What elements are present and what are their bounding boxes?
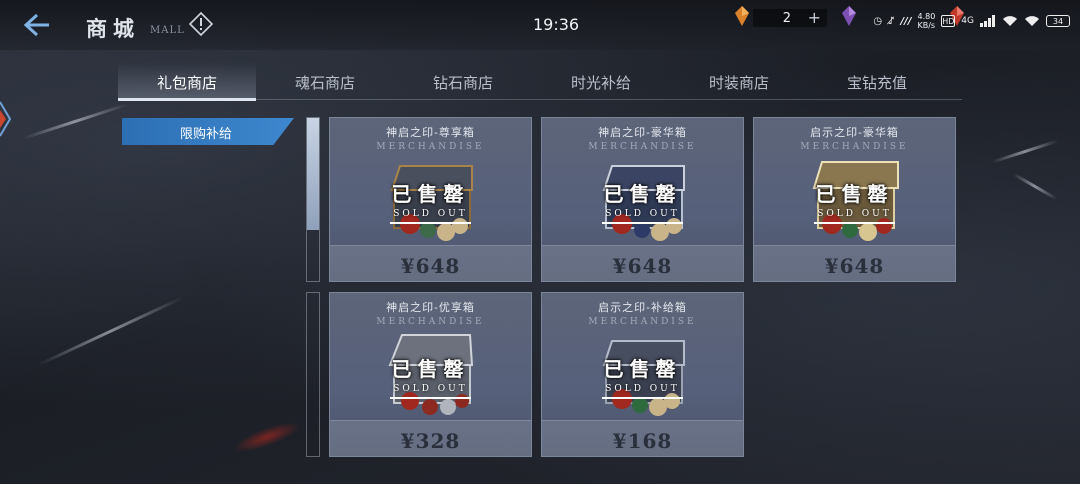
product-name: 神启之印-尊享箱: [386, 126, 475, 139]
product-card[interactable]: 启示之印-豪华箱 MERCHANDISE 已售罄 SOLD OUT ¥648: [753, 117, 956, 282]
sold-out-underline: [814, 222, 895, 224]
sold-out-label: 已售罄: [391, 357, 470, 381]
page-subtitle: MALL: [150, 25, 185, 36]
cell-signal-icon: [980, 15, 995, 27]
wifi-icon: [1003, 16, 1017, 26]
product-price: ¥328: [400, 429, 461, 453]
sold-out-label: 已售罄: [391, 182, 470, 206]
orange-gem-icon: [735, 6, 749, 26]
sold-out-underline: [390, 222, 471, 224]
background-streak: [1012, 172, 1058, 201]
sold-out-underline: [390, 397, 471, 399]
background-ember: [231, 416, 303, 458]
product-card[interactable]: 神启之印-优享箱 MERCHANDISE 已售罄 SOLD OUT ¥328: [329, 292, 532, 457]
back-button[interactable]: [18, 8, 54, 42]
product-card[interactable]: 神启之印-尊享箱 MERCHANDISE 已售罄 SOLD OUT ¥648: [329, 117, 532, 282]
product-name: 启示之印-豪华箱: [810, 126, 899, 139]
product-tag: MERCHANDISE: [588, 142, 697, 152]
scroll-thumb[interactable]: [307, 118, 319, 230]
product-price: ¥168: [612, 429, 673, 453]
product-tag: MERCHANDISE: [376, 317, 485, 327]
top-bar: 商城 MALL 19:36 2 + ◷ ♪̸ /// 4.80 KB/s HD 4…: [0, 0, 1080, 50]
sold-out-label-en: SOLD OUT: [393, 384, 468, 394]
scroll-rail[interactable]: [306, 117, 320, 282]
alarm-icon: ◷: [873, 15, 883, 27]
currency-slot-orange: 2 +: [735, 6, 827, 28]
product-price: ¥648: [400, 254, 461, 278]
hd-icon: HD: [941, 15, 956, 27]
sold-out-label-en: SOLD OUT: [393, 209, 468, 219]
background-streak: [991, 139, 1059, 164]
network-speed: 4.80 KB/s: [917, 12, 936, 30]
product-card[interactable]: 启示之印-补给箱 MERCHANDISE 已售罄 SOLD OUT ¥168: [541, 292, 744, 457]
sold-out-underline: [602, 222, 683, 224]
purple-gem-icon: [842, 6, 856, 26]
background-streak: [36, 296, 184, 367]
sold-out-label: 已售罄: [815, 182, 894, 206]
sold-out-label: 已售罄: [603, 357, 682, 381]
product-price: ¥648: [824, 254, 885, 278]
subnav-limited-supply[interactable]: 限购补给: [122, 118, 294, 145]
tab-fashion-shop[interactable]: 时装商店: [670, 62, 808, 99]
product-tag: MERCHANDISE: [800, 142, 909, 152]
sold-out-label-en: SOLD OUT: [817, 209, 892, 219]
tab-soulstone-shop[interactable]: 魂石商店: [256, 62, 394, 99]
back-arrow-icon: [23, 13, 49, 37]
sold-out-underline: [602, 397, 683, 399]
product-tag: MERCHANDISE: [376, 142, 485, 152]
product-name: 神启之印-优享箱: [386, 301, 475, 314]
page-title: 商城: [86, 17, 140, 41]
tab-time-supply[interactable]: 时光补给: [532, 62, 670, 99]
wifi-icon: [1025, 16, 1039, 26]
mute-icon: ♪̸: [888, 15, 895, 27]
scroll-rail[interactable]: [306, 292, 320, 457]
network-type: 4G: [961, 16, 974, 26]
side-menu-handle-icon[interactable]: [0, 96, 14, 142]
shop-tabs: 礼包商店 魂石商店 钻石商店 时光补给 时装商店 宝钻充值: [118, 62, 962, 101]
sold-out-label-en: SOLD OUT: [605, 384, 680, 394]
system-status-bar: ◷ ♪̸ /// 4.80 KB/s HD 4G 34: [873, 12, 1070, 30]
info-icon[interactable]: [188, 11, 214, 37]
battery-indicator: 34: [1046, 15, 1070, 27]
tab-diamond-shop[interactable]: 钻石商店: [394, 62, 532, 99]
product-price: ¥648: [612, 254, 673, 278]
background-streak: [22, 103, 128, 140]
product-name: 神启之印-豪华箱: [598, 126, 687, 139]
sold-out-label: 已售罄: [603, 182, 682, 206]
tab-gift-shop[interactable]: 礼包商店: [118, 62, 256, 101]
product-tag: MERCHANDISE: [588, 317, 697, 327]
signal-brand-icon: ///: [900, 15, 912, 27]
tab-gem-recharge[interactable]: 宝钻充值: [808, 62, 946, 99]
product-card[interactable]: 神启之印-豪华箱 MERCHANDISE 已售罄 SOLD OUT ¥648: [541, 117, 744, 282]
sold-out-label-en: SOLD OUT: [605, 209, 680, 219]
add-currency-button[interactable]: +: [808, 8, 821, 27]
product-name: 启示之印-补给箱: [598, 301, 687, 314]
clock: 19:36: [533, 15, 580, 34]
